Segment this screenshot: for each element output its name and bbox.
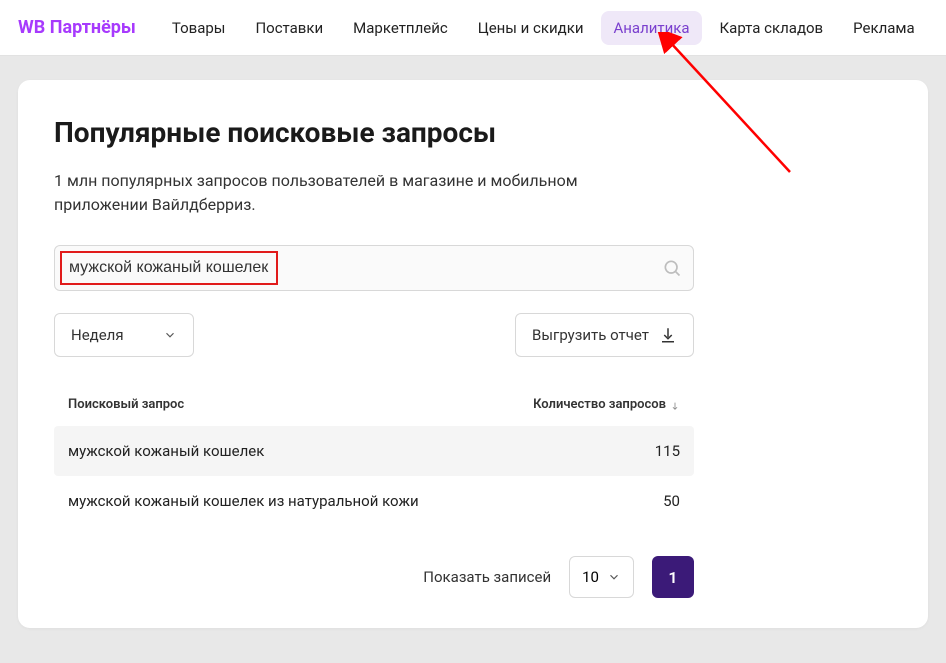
nav-item-supplies[interactable]: Поставки <box>243 11 335 45</box>
page-number-button[interactable]: 1 <box>652 556 694 598</box>
results-table: Поисковый запрос Количество запросов муж… <box>54 387 694 526</box>
search-wrap <box>54 245 694 291</box>
chevron-down-icon <box>163 328 177 342</box>
cell-count: 115 <box>500 442 680 460</box>
cell-query: мужской кожаный кошелек из натуральной к… <box>68 492 500 510</box>
cell-count: 50 <box>500 492 680 510</box>
content-card: Популярные поисковые запросы 1 млн попул… <box>18 80 928 628</box>
col-header-count[interactable]: Количество запросов <box>500 397 680 412</box>
controls-row: Неделя Выгрузить отчет <box>54 313 694 357</box>
page-title: Популярные поисковые запросы <box>54 116 892 149</box>
nav-item-prices[interactable]: Цены и скидки <box>466 11 596 45</box>
nav-item-ads[interactable]: Реклама <box>841 11 927 45</box>
search-icon <box>662 258 682 278</box>
download-icon <box>659 326 677 344</box>
export-report-button[interactable]: Выгрузить отчет <box>515 313 694 357</box>
nav-item-goods[interactable]: Товары <box>160 11 238 45</box>
cell-query: мужской кожаный кошелек <box>68 442 500 460</box>
chevron-down-icon <box>607 570 621 584</box>
page-description: 1 млн популярных запросов пользователей … <box>54 169 654 217</box>
page-size-value: 10 <box>582 568 599 586</box>
nav-item-warehouses[interactable]: Карта складов <box>708 11 836 45</box>
show-records-label: Показать записей <box>423 568 551 586</box>
table-header: Поисковый запрос Количество запросов <box>54 387 694 426</box>
nav-item-analytics[interactable]: Аналитика <box>601 11 701 45</box>
logo[interactable]: WB Партнёры <box>18 17 136 38</box>
table-footer: Показать записей 10 1 <box>54 556 694 598</box>
main-nav: Товары Поставки Маркетплейс Цены и скидк… <box>160 11 927 45</box>
sort-down-icon <box>670 400 680 410</box>
period-select-value: Неделя <box>71 326 124 344</box>
period-select[interactable]: Неделя <box>54 313 194 357</box>
top-bar: WB Партнёры Товары Поставки Маркетплейс … <box>0 0 946 56</box>
col-header-count-label: Количество запросов <box>533 397 666 412</box>
export-report-label: Выгрузить отчет <box>532 326 649 344</box>
table-row: мужской кожаный кошелек 115 <box>54 426 694 476</box>
search-input[interactable] <box>54 245 694 291</box>
col-header-query[interactable]: Поисковый запрос <box>68 397 500 412</box>
table-row: мужской кожаный кошелек из натуральной к… <box>54 476 694 526</box>
page-size-select[interactable]: 10 <box>569 556 634 598</box>
nav-item-marketplace[interactable]: Маркетплейс <box>341 11 460 45</box>
